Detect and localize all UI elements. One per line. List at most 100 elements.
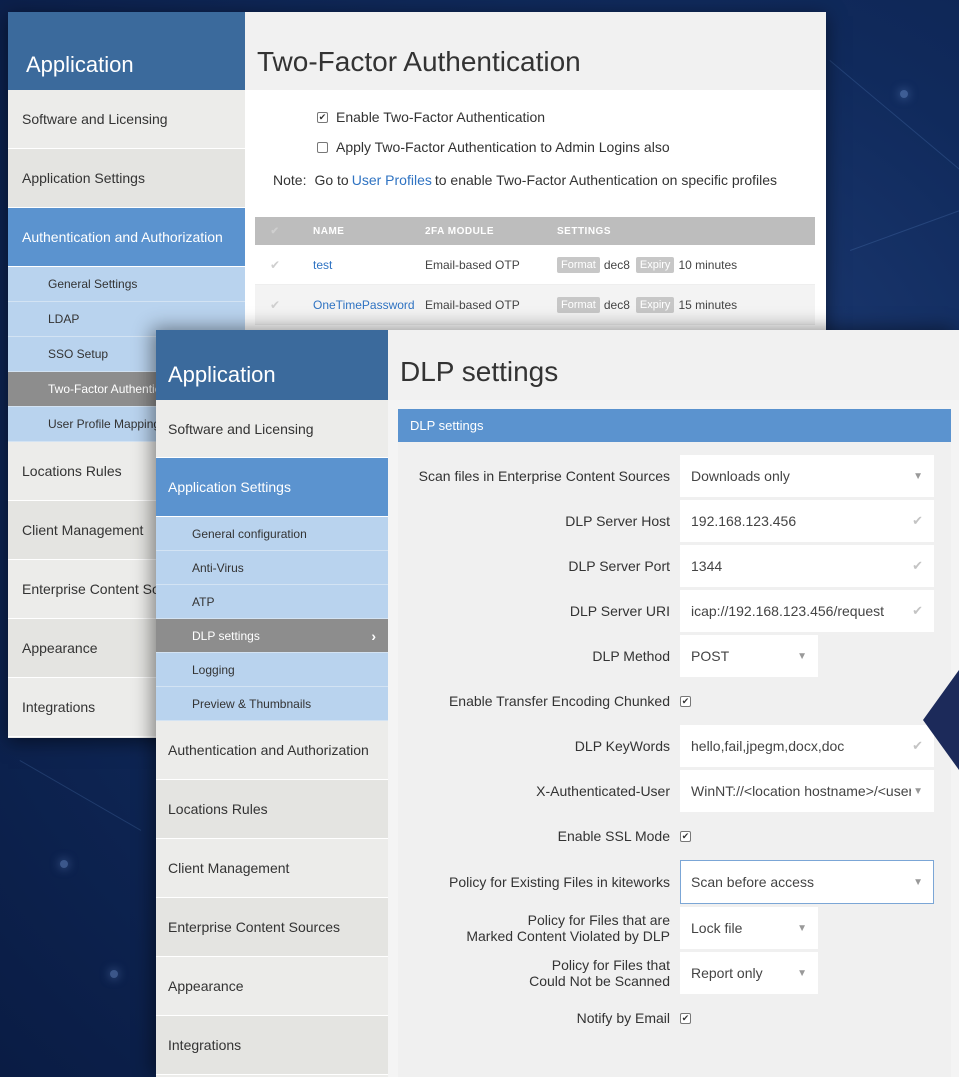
notify-checkbox[interactable]: ✔ (680, 1012, 691, 1024)
sidebar-subitem-anti-virus[interactable]: Anti-Virus (156, 551, 388, 585)
sidebar-item-appearance[interactable]: Appearance (156, 957, 388, 1016)
not-scanned-select[interactable]: Report only ▼ (680, 952, 818, 994)
dlp-settings-panel: DLP settings Scan files in Enterprise Co… (398, 409, 951, 1077)
sidebar-item-application-settings[interactable]: Application Settings (156, 458, 388, 517)
user-profiles-link[interactable]: User Profiles (352, 172, 432, 188)
row-check-icon[interactable]: ✔ (255, 298, 295, 312)
format-tag: Format (557, 256, 600, 273)
scan-files-select[interactable]: Downloads only ▼ (680, 455, 934, 497)
not-scanned-value: Report only (691, 965, 763, 981)
sidebar-subitem-general-settings[interactable]: General Settings (8, 267, 245, 302)
dlp-settings-window: Application Software and Licensing Appli… (156, 330, 959, 1077)
note-after-link: to enable Two-Factor Authentication on s… (434, 172, 778, 188)
server-uri-input[interactable]: icap://192.168.123.456/request ✔ (680, 590, 934, 632)
sidebar-item-application-settings[interactable]: Application Settings (8, 149, 245, 208)
sidebar-item-locations-rules[interactable]: Locations Rules (156, 780, 388, 839)
sidebar-subitem-general-configuration[interactable]: General configuration (156, 517, 388, 551)
expiry-tag: Expiry (635, 296, 675, 313)
row-module: Email-based OTP (425, 297, 520, 312)
server-host-value: 192.168.123.456 (691, 513, 797, 529)
background-line (850, 195, 959, 251)
sidebar-title: Application (156, 330, 388, 400)
enable-2fa-checkbox[interactable]: ✔ (317, 111, 328, 123)
row-module: Email-based OTP (425, 257, 520, 272)
violated-label: Policy for Files that are Marked Content… (398, 912, 680, 944)
chunked-checkbox[interactable]: ✔ (680, 695, 691, 707)
server-host-row: DLP Server Host 192.168.123.456 ✔ (398, 500, 951, 542)
row-check-icon[interactable]: ✔ (255, 258, 295, 272)
row-name-link[interactable]: OneTimePassword (295, 298, 421, 312)
keywords-label: DLP KeyWords (574, 737, 670, 754)
ssl-label: Enable SSL Mode (557, 827, 670, 844)
sidebar-item-software-licensing[interactable]: Software and Licensing (156, 400, 388, 458)
sidebar-subitem-atp[interactable]: ATP (156, 585, 388, 619)
method-row: DLP Method POST ▼ (398, 635, 951, 677)
violated-select[interactable]: Lock file ▼ (680, 907, 818, 949)
column-header-name[interactable]: NAME (295, 226, 421, 237)
chevron-right-icon: › (371, 627, 376, 644)
caret-down-icon: ▼ (797, 922, 807, 934)
sidebar-item-software-licensing[interactable]: Software and Licensing (8, 90, 245, 149)
sidebar-item-authentication[interactable]: Authentication and Authorization (8, 208, 245, 267)
chunked-label: Enable Transfer Encoding Chunked (448, 692, 670, 709)
violated-label-line1: Policy for Files that are (527, 911, 670, 928)
keywords-row: DLP KeyWords hello,fail,jpegm,docx,doc ✔ (398, 725, 951, 767)
admin-2fa-checkbox[interactable] (317, 141, 328, 153)
sidebar-item-enterprise-content[interactable]: Enterprise Content Sources (156, 898, 388, 957)
server-uri-value: icap://192.168.123.456/request (691, 603, 885, 619)
background-node (60, 860, 68, 868)
note-prefix: Note: (273, 172, 307, 188)
server-port-row: DLP Server Port 1344 ✔ (398, 545, 951, 587)
column-header-settings[interactable]: SETTINGS (549, 226, 815, 237)
server-port-input[interactable]: 1344 ✔ (680, 545, 934, 587)
keywords-value: hello,fail,jpegm,docx,doc (691, 738, 845, 754)
not-scanned-label: Policy for Files that Could Not be Scann… (398, 957, 680, 989)
background-line (19, 760, 142, 831)
sidebar-item-client-management[interactable]: Client Management (156, 839, 388, 898)
sidebar-item-integrations[interactable]: Integrations (156, 1016, 388, 1075)
dlp-content: DLP settings DLP settings Scan files in … (388, 330, 959, 1077)
valid-check-icon: ✔ (912, 513, 923, 528)
server-uri-row: DLP Server URI icap://192.168.123.456/re… (398, 590, 951, 632)
ssl-row: Enable SSL Mode ✔ (398, 815, 951, 857)
expiry-value: 15 minutes (678, 297, 738, 312)
sidebar-subitem-logging[interactable]: Logging (156, 653, 388, 687)
row-settings: Format dec8 Expiry 10 minutes (549, 256, 815, 273)
existing-files-select[interactable]: Scan before access ▼ (680, 860, 934, 904)
panel-title: DLP settings (398, 409, 951, 442)
ssl-checkbox[interactable]: ✔ (680, 830, 691, 842)
not-scanned-row: Policy for Files that Could Not be Scann… (398, 952, 951, 994)
existing-files-label: Policy for Existing Files in kiteworks (449, 873, 670, 890)
select-all-check-icon[interactable]: ✔ (255, 226, 295, 237)
server-host-input[interactable]: 192.168.123.456 ✔ (680, 500, 934, 542)
sidebar-subitem-preview-thumbnails[interactable]: Preview & Thumbnails (156, 687, 388, 721)
keywords-input[interactable]: hello,fail,jpegm,docx,doc ✔ (680, 725, 934, 767)
column-header-module[interactable]: 2FA MODULE (421, 226, 549, 237)
background-node (900, 90, 908, 98)
notify-label: Notify by Email (576, 1009, 670, 1026)
table-row[interactable]: ✔ test Email-based OTP Format dec8 Expir… (255, 245, 815, 285)
valid-check-icon: ✔ (912, 558, 923, 573)
admin-2fa-option[interactable]: Apply Two-Factor Authentication to Admin… (245, 132, 826, 162)
sidebar-subitem-dlp-settings[interactable]: DLP settings › (156, 619, 388, 653)
admin-2fa-label: Apply Two-Factor Authentication to Admin… (336, 139, 670, 155)
note-before-link: Go to (314, 172, 349, 188)
caret-down-icon: ▼ (797, 967, 807, 979)
chunked-row: Enable Transfer Encoding Chunked ✔ (398, 680, 951, 722)
method-label: DLP Method (592, 647, 670, 664)
server-port-value: 1344 (691, 558, 723, 574)
violated-value: Lock file (691, 920, 743, 936)
auth-user-select[interactable]: WinNT://<location hostname>/<user ▼ (680, 770, 934, 812)
row-name-link[interactable]: test (295, 258, 421, 272)
dlp-settings-label: DLP settings (192, 628, 260, 643)
sidebar-item-authentication[interactable]: Authentication and Authorization (156, 721, 388, 780)
table-row[interactable]: ✔ OneTimePassword Email-based OTP Format… (255, 285, 815, 325)
not-scanned-label-line1: Policy for Files that (551, 956, 670, 973)
method-select[interactable]: POST ▼ (680, 635, 818, 677)
caret-down-icon: ▼ (913, 876, 923, 888)
enable-2fa-option[interactable]: ✔ Enable Two-Factor Authentication (245, 102, 826, 132)
enable-2fa-label: Enable Two-Factor Authentication (336, 109, 546, 125)
pointer-arrow-decoration (923, 670, 959, 770)
scan-files-value: Downloads only (691, 468, 790, 484)
violated-row: Policy for Files that are Marked Content… (398, 907, 951, 949)
